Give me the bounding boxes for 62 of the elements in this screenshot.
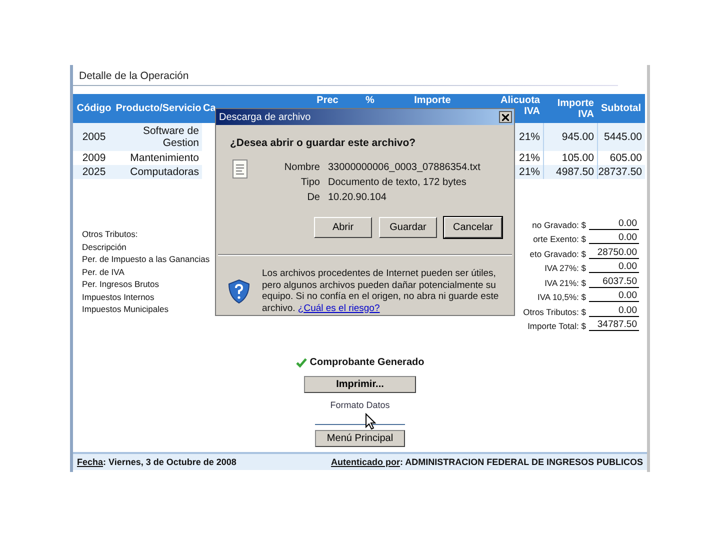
close-button[interactable] bbox=[499, 111, 512, 123]
dialog-button[interactable]: Abrir bbox=[314, 217, 372, 238]
dialog-question: ¿Desea abrir o guardar este archivo? bbox=[230, 137, 417, 149]
warning-text: Los archivos procedentes de Internet pueden ser útiles, pero algunos archivos pueden dañar potencialmente su equipo. Si no confía en el origen, no abra ni guarde este archivo. ¿Cuál es el riesgo? bbox=[262, 268, 500, 314]
total-value: 0.00 bbox=[589, 290, 639, 302]
field-value: 33000000006_0003_07886354.txt bbox=[328, 162, 480, 173]
total-label: IVA 21%: $ bbox=[544, 278, 586, 288]
table-cell: 28737.50 bbox=[597, 165, 645, 179]
field-value: 10.20.90.104 bbox=[328, 192, 388, 203]
field-label: De bbox=[306, 192, 320, 203]
main-menu-button[interactable]: Menú Principal bbox=[315, 430, 405, 447]
total-value: 0.00 bbox=[589, 218, 639, 230]
print-button[interactable]: Imprimir... bbox=[304, 376, 416, 393]
total-label: Importe Total: $ bbox=[528, 321, 586, 331]
table-cell: 105.00 bbox=[543, 151, 597, 165]
table-cell: 2005 bbox=[73, 123, 115, 151]
total-value: 0.00 bbox=[589, 232, 639, 244]
tax-label: Per. de Impuesto a las Ganancias bbox=[82, 254, 210, 265]
dialog-button[interactable]: Cancelar bbox=[444, 217, 502, 238]
total-value: 0.00 bbox=[589, 261, 639, 273]
column-header: Producto/Servicio bbox=[115, 94, 202, 123]
table-cell: 945.00 bbox=[543, 123, 597, 151]
check-icon bbox=[296, 358, 307, 368]
total-label: IVA 27%: $ bbox=[544, 263, 586, 273]
field-label: Nombre bbox=[283, 162, 320, 173]
total-value: 28750.00 bbox=[589, 246, 639, 258]
total-label: orte Exento: $ bbox=[533, 234, 586, 244]
total-value: 0.00 bbox=[589, 304, 639, 316]
total-label: IVA 10,5%: $ bbox=[537, 292, 586, 302]
total-value: 6037.50 bbox=[589, 276, 639, 288]
table-cell: 2025 bbox=[73, 165, 115, 179]
shield-question-icon bbox=[228, 278, 250, 304]
auth-text: Autenticado por: ADMINISTRACION FEDERAL DE INGRESOS PUBLICOS bbox=[330, 457, 643, 467]
tax-label: Impuestos Internos bbox=[82, 292, 156, 302]
table-cell: 605.00 bbox=[597, 151, 645, 165]
text-document-icon bbox=[232, 159, 248, 179]
risk-link[interactable]: ¿Cuál es el riesgo? bbox=[298, 302, 380, 314]
page-title: Detalle de la Operación bbox=[79, 70, 190, 82]
tax-label: Per. de IVA bbox=[82, 266, 126, 278]
tax-label: Otros Tributos: bbox=[82, 229, 139, 240]
table-cell: Software de Gestion bbox=[115, 123, 202, 151]
total-value: 34787.50 bbox=[589, 319, 639, 331]
close-icon bbox=[502, 114, 509, 120]
data-link[interactable]: Formato Datos bbox=[330, 400, 390, 410]
dialog-button[interactable]: Guardar bbox=[379, 217, 437, 238]
table-cell: 5445.00 bbox=[597, 123, 645, 151]
column-header: Código bbox=[73, 94, 115, 123]
total-label: Otros Tributos: $ bbox=[523, 306, 586, 316]
table-cell: Computadoras bbox=[115, 165, 202, 179]
tax-label: Per. Ingresos Brutos bbox=[82, 279, 160, 290]
field-value: Documento de texto, 172 bytes bbox=[328, 177, 468, 188]
tax-label: Impuestos Municipales bbox=[82, 304, 170, 315]
column-header: Subtotal bbox=[597, 94, 645, 123]
table-cell: 4987.50 bbox=[543, 165, 597, 179]
total-label: no Gravado: $ bbox=[532, 220, 586, 230]
total-label: eto Gravado: $ bbox=[530, 248, 586, 258]
tax-label: Descripción bbox=[82, 242, 128, 252]
column-header: Importe IVA bbox=[543, 94, 597, 123]
field-label: Tipo bbox=[300, 177, 320, 188]
date-text: Fecha: Viernes, 3 de Octubre de 2008 bbox=[77, 457, 236, 467]
status-text: Comprobante Generado bbox=[310, 357, 424, 368]
cursor-icon bbox=[365, 413, 376, 430]
